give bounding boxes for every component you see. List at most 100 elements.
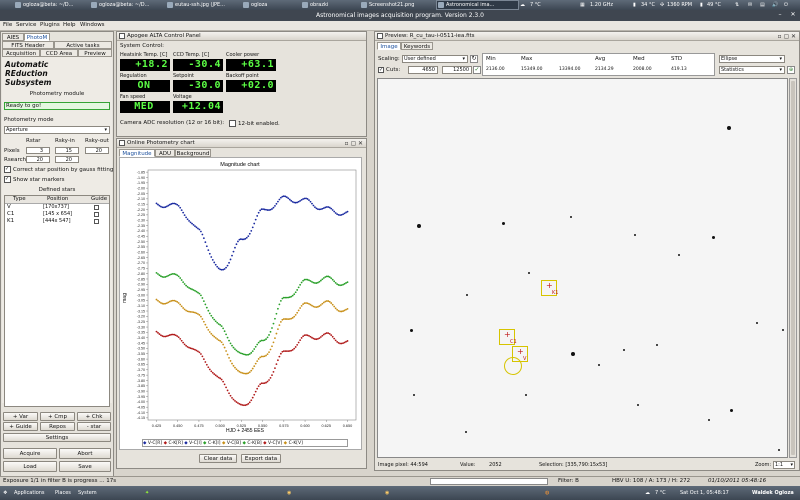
menu-file[interactable]: File: [3, 21, 12, 30]
menu-applications[interactable]: Applications: [14, 489, 45, 497]
add-cmp-button[interactable]: + Cmp: [40, 412, 75, 421]
tab-image[interactable]: Image: [377, 42, 401, 50]
scrollbar-thumb[interactable]: [791, 81, 795, 455]
close-icon[interactable]: ✕: [789, 11, 797, 19]
tab-active-tasks[interactable]: Active tasks: [54, 41, 112, 49]
cut-high-field[interactable]: 12500: [442, 66, 472, 74]
volume-icon[interactable]: 🔊: [772, 1, 778, 9]
abort-button[interactable]: Abort: [59, 448, 111, 459]
rsky-out-spinner[interactable]: 20: [85, 147, 109, 154]
apply-icon[interactable]: ✓: [473, 66, 481, 74]
cut-low-field[interactable]: 4650: [408, 66, 438, 74]
close-icon[interactable]: ✕: [790, 32, 797, 41]
data-point: [180, 305, 183, 308]
vertical-scrollbar[interactable]: [789, 78, 797, 458]
statistics-select[interactable]: Statistics ▾: [719, 66, 785, 74]
show-markers-checkbox[interactable]: ✓ Show star markers: [4, 176, 64, 183]
menu-help[interactable]: Help: [63, 21, 76, 30]
remove-star-button[interactable]: - star: [77, 422, 111, 431]
minimize-icon[interactable]: ▫: [776, 32, 783, 41]
zoom-select[interactable]: 1:1 ▾: [773, 461, 795, 469]
data-point: [257, 341, 260, 344]
data-point: [251, 396, 254, 399]
acquire-button[interactable]: Acquire: [3, 448, 57, 459]
taskbar-item-terminal-2[interactable]: ogloza@beta: ~/D...: [90, 1, 171, 9]
mode-select[interactable]: Aperture ▾: [4, 126, 110, 134]
menu-plugins[interactable]: Plugins: [40, 21, 60, 30]
tab-acquisition[interactable]: Acquisition: [2, 49, 40, 57]
network-icon[interactable]: ▤: [760, 1, 765, 9]
taskbar-item-ogloza[interactable]: ogloza: [242, 1, 306, 9]
adc-checkbox[interactable]: 12-bit enabled.: [229, 120, 280, 127]
menu-places[interactable]: Places: [55, 489, 71, 497]
legend-marker: ◆: [221, 441, 226, 446]
data-point: [177, 275, 180, 278]
guide-checkbox[interactable]: [94, 212, 99, 217]
launcher-icon[interactable]: ◉: [385, 489, 389, 497]
save-button[interactable]: Save: [59, 461, 111, 472]
tab-adu[interactable]: ADU: [155, 149, 175, 157]
clock[interactable]: Sat Oct 1, 05:48:17: [680, 489, 729, 497]
add-guide-button[interactable]: + Guide: [3, 422, 38, 431]
minimize-icon[interactable]: –: [776, 11, 784, 19]
maximize-icon[interactable]: ▢: [350, 139, 357, 148]
firefox-icon[interactable]: ◍: [545, 489, 549, 497]
tab-keywords[interactable]: Keywords: [401, 42, 433, 50]
settings-button[interactable]: Settings: [3, 433, 111, 442]
launcher-icon[interactable]: ◉: [287, 489, 291, 497]
clear-data-button[interactable]: Clear data: [199, 454, 237, 463]
table-row[interactable]: V [170x737]: [5, 204, 109, 211]
tab-fits-header[interactable]: FITS Header: [2, 41, 54, 49]
rstar-spinner[interactable]: 3: [26, 147, 50, 154]
fits-image[interactable]: + K1 + C1 + V: [377, 78, 788, 458]
scaling-select[interactable]: User defined ▾: [402, 55, 468, 63]
taskbar-item-image[interactable]: eutau-ssh.jpg (JPE...: [166, 1, 247, 9]
maximize-icon[interactable]: ▢: [783, 32, 790, 41]
load-button[interactable]: Load: [3, 461, 57, 472]
tab-ccd-area[interactable]: CCD Area: [40, 49, 78, 57]
user-name[interactable]: Waldek Ogloza: [752, 489, 794, 497]
tab-photom[interactable]: PhotoM: [24, 33, 50, 41]
rsearch-spinner-1[interactable]: 20: [26, 156, 50, 163]
export-data-button[interactable]: Export data: [241, 454, 281, 463]
menu-service[interactable]: Service: [16, 21, 36, 30]
repos-button[interactable]: Repos: [40, 422, 75, 431]
shape-select[interactable]: Ellipse ▾: [719, 55, 785, 63]
minimize-icon[interactable]: ▫: [343, 139, 350, 148]
taskbar-item-screenshot[interactable]: Screenshot21.png: [360, 1, 441, 9]
rsky-in-spinner[interactable]: 15: [55, 147, 79, 154]
taskbar-item-astro[interactable]: Astronomical ima...: [436, 0, 519, 10]
add-chk-button[interactable]: + Chk: [77, 412, 111, 421]
refresh-icon[interactable]: ↻: [470, 55, 478, 63]
taskbar-item-terminal-1[interactable]: ogloza@beta: ~/D...: [14, 1, 95, 9]
setpoint-display[interactable]: -30.0: [173, 80, 223, 92]
data-point: [204, 323, 207, 326]
guide-checkbox[interactable]: [94, 219, 99, 224]
add-var-button[interactable]: + Var: [3, 412, 38, 421]
launcher-icon[interactable]: ✦: [145, 489, 149, 497]
network-icon[interactable]: ⇅: [735, 1, 739, 9]
gnome-foot-icon[interactable]: ❖: [3, 489, 7, 497]
regulation-display[interactable]: ON: [120, 80, 170, 92]
menu-system[interactable]: System: [78, 489, 97, 497]
correct-checkbox[interactable]: ✓ Correct star position by gauss fitting: [4, 166, 113, 173]
add-icon[interactable]: ⊕: [787, 66, 795, 74]
table-row[interactable]: K1 [444x 547]: [5, 218, 109, 225]
menu-windows[interactable]: Windows: [80, 21, 105, 30]
table-row[interactable]: C1 [145 x 654]: [5, 211, 109, 218]
x-tick-label: 0.450: [173, 424, 183, 428]
cuts-checkbox[interactable]: ✓: [378, 67, 384, 73]
tab-magnitude[interactable]: Magnitude: [119, 149, 155, 157]
data-point: [222, 343, 225, 346]
tab-preview[interactable]: Preview: [78, 49, 112, 57]
mail-icon[interactable]: ✉: [748, 1, 752, 9]
taskbar-item-obrazki[interactable]: obrazki: [301, 1, 365, 9]
close-icon[interactable]: ✕: [357, 139, 364, 148]
tab-background[interactable]: Background: [175, 149, 211, 157]
guide-checkbox[interactable]: [94, 205, 99, 210]
rsearch-spinner-2[interactable]: 20: [55, 156, 79, 163]
tab-aies[interactable]: AIES: [2, 33, 24, 41]
power-icon[interactable]: ⏻: [784, 1, 788, 9]
backoff-display[interactable]: +02.0: [226, 80, 276, 92]
fan-speed-display[interactable]: MED: [120, 101, 170, 113]
